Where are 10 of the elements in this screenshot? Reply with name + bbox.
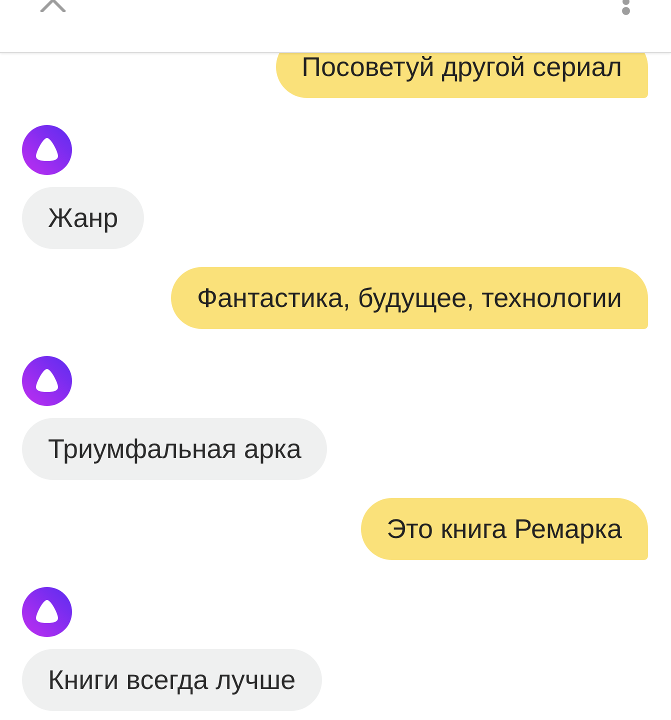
user-message: Фантастика, будущее, технологии <box>171 267 648 329</box>
close-icon[interactable] <box>38 0 68 12</box>
assistant-message: Триумфальная арка <box>22 418 328 480</box>
user-message: Это книга Ремарка <box>360 498 648 560</box>
assistant-avatar-icon <box>22 587 72 637</box>
assistant-message: Книги всегда лучше <box>22 649 322 711</box>
assistant-message: Жанр <box>22 187 144 249</box>
assistant-avatar-icon <box>22 125 72 175</box>
more-icon[interactable] <box>621 0 631 16</box>
assistant-avatar-icon <box>22 356 72 406</box>
